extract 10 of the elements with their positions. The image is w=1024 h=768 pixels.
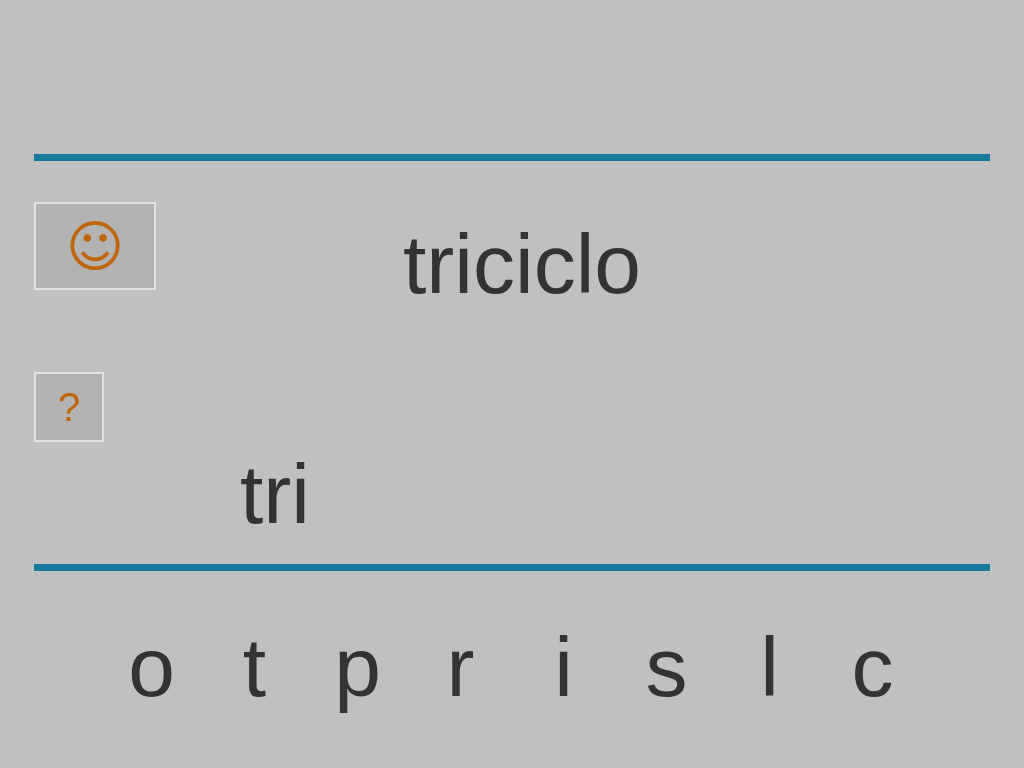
letter-tile[interactable]: o bbox=[100, 617, 203, 717]
target-word: triciclo bbox=[403, 222, 641, 306]
letter-tile[interactable]: c bbox=[821, 617, 924, 717]
letter-tile[interactable]: p bbox=[306, 617, 409, 717]
letter-tile[interactable]: r bbox=[409, 617, 512, 717]
letter-tile[interactable]: t bbox=[203, 617, 306, 717]
letter-tile[interactable]: i bbox=[512, 617, 615, 717]
letter-tile[interactable]: s bbox=[615, 617, 718, 717]
answer-text: tri bbox=[240, 452, 310, 536]
letter-tile[interactable]: l bbox=[718, 617, 821, 717]
